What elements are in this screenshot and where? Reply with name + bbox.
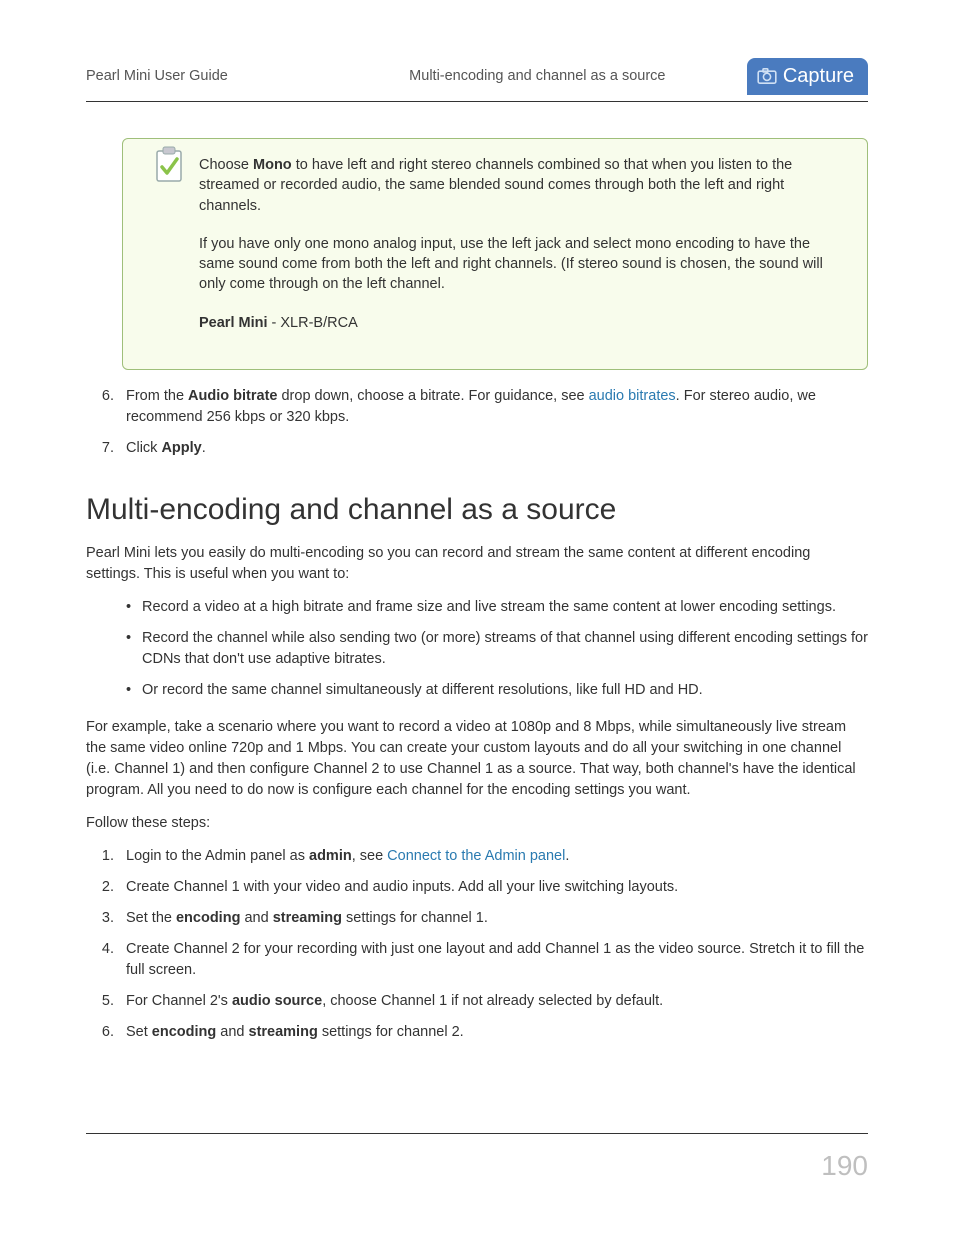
callout-para-3: Pearl Mini - XLR-B/RCA [199, 313, 847, 333]
list-item: Record a video at a high bitrate and fra… [86, 597, 868, 618]
step-6: 6. From the Audio bitrate drop down, cho… [86, 386, 868, 428]
callout-para-2: If you have only one mono analog input, … [199, 234, 847, 295]
follow-steps-label: Follow these steps: [86, 813, 868, 834]
intro-paragraph: Pearl Mini lets you easily do multi-enco… [86, 543, 868, 585]
heading-multi-encoding: Multi-encoding and channel as a source [86, 489, 868, 531]
clipboard-check-icon [153, 145, 185, 183]
callout-para-1: Choose Mono to have left and right stere… [199, 155, 847, 216]
audio-bitrates-link[interactable]: audio bitrates [589, 388, 676, 404]
step-7: 7. Click Apply. [86, 438, 868, 459]
page-number: 190 [821, 1150, 868, 1181]
main-step-2: 2. Create Channel 1 with your video and … [86, 877, 868, 898]
use-case-list: Record a video at a high bitrate and fra… [86, 597, 868, 701]
capture-badge: Capture [747, 58, 868, 95]
guide-title: Pearl Mini User Guide [86, 66, 228, 86]
page-header: Pearl Mini User Guide Multi-encoding and… [86, 58, 868, 102]
camera-icon [757, 68, 777, 84]
main-step-1: 1. Login to the Admin panel as admin, se… [86, 846, 868, 867]
main-step-5: 5. For Channel 2's audio source, choose … [86, 991, 868, 1012]
main-step-6: 6. Set encoding and streaming settings f… [86, 1022, 868, 1043]
main-step-3: 3. Set the encoding and streaming settin… [86, 908, 868, 929]
list-item: Record the channel while also sending tw… [86, 628, 868, 670]
connect-admin-link[interactable]: Connect to the Admin panel [387, 848, 565, 864]
main-steps: 1. Login to the Admin panel as admin, se… [86, 846, 868, 1043]
badge-label: Capture [783, 62, 854, 90]
main-step-4: 4. Create Channel 2 for your recording w… [86, 939, 868, 981]
list-item: Or record the same channel simultaneousl… [86, 680, 868, 701]
section-title-header: Multi-encoding and channel as a source [328, 66, 747, 86]
example-paragraph: For example, take a scenario where you w… [86, 717, 868, 801]
page-footer: 190 [86, 1133, 868, 1185]
note-callout: Choose Mono to have left and right stere… [122, 138, 868, 370]
steps-continued: 6. From the Audio bitrate drop down, cho… [86, 386, 868, 459]
